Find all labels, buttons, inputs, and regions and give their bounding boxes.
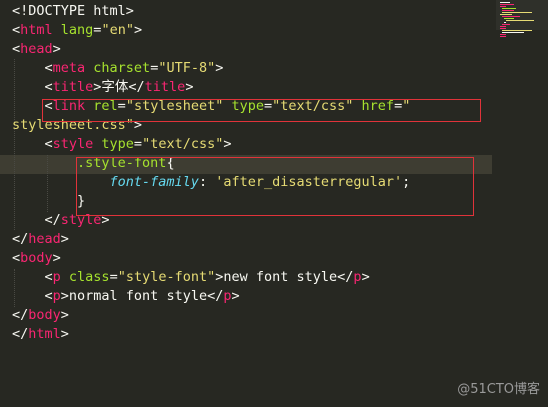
code-line[interactable]: </head> [12, 230, 492, 249]
code-token: < [12, 22, 21, 38]
code-token: html [28, 326, 61, 342]
code-token: < [12, 79, 53, 95]
code-token: title [144, 79, 186, 95]
code-token: </ [12, 212, 61, 228]
code-token: "text/css" [142, 136, 224, 152]
code-token: > [223, 136, 232, 152]
code-line[interactable]: <html lang="en"> [12, 21, 492, 40]
minimap-line [502, 10, 514, 11]
code-line[interactable]: </body> [12, 306, 492, 325]
code-token: </ [12, 231, 29, 247]
code-token: = [109, 269, 118, 285]
code-token: </ [12, 326, 29, 342]
code-token: lang [52, 22, 94, 38]
code-line[interactable]: <title>字体</title> [12, 78, 492, 97]
minimap-line [504, 22, 506, 23]
code-line[interactable]: <p class="style-font">new font style</p> [12, 268, 492, 287]
code-token: head [28, 231, 61, 247]
code-token: "UTF-8" [158, 60, 216, 76]
minimap-line [502, 32, 524, 33]
code-token: > [361, 269, 370, 285]
code-token: charset [85, 60, 151, 76]
code-line[interactable]: <body> [12, 249, 492, 268]
code-token: html [20, 22, 53, 38]
code-token: < [12, 136, 53, 152]
annotation-box-style-rule [76, 157, 474, 216]
code-token: >new font style</ [215, 269, 354, 285]
code-token: > [60, 307, 69, 323]
code-token: <!DOCTYPE html> [12, 3, 134, 19]
minimap-line [502, 12, 532, 13]
minimap-line [500, 36, 506, 37]
code-token: > [185, 79, 194, 95]
code-token: >normal font style</ [60, 288, 224, 304]
watermark: @51CTO博客 [457, 382, 540, 397]
code-token: = [133, 136, 143, 152]
code-token: > [231, 288, 240, 304]
minimap-line [500, 34, 506, 35]
code-token: > [52, 41, 61, 57]
code-token: title [52, 79, 94, 95]
minimap-line [502, 16, 520, 17]
code-token: style [52, 136, 94, 152]
minimap-line [506, 20, 534, 21]
minimap-line [500, 6, 506, 7]
minimap-line [504, 18, 514, 19]
code-token: > [215, 60, 224, 76]
code-token: body [28, 307, 61, 323]
minimap-line [502, 8, 516, 9]
code-token: meta [52, 60, 86, 76]
code-token: < [12, 41, 21, 57]
code-token: } [12, 193, 86, 209]
code-token: < [12, 250, 21, 266]
code-token: "en" [101, 22, 134, 38]
minimap-line [502, 30, 532, 31]
code-token: > [133, 22, 143, 38]
annotation-box-link [42, 99, 481, 122]
code-token: < [12, 60, 53, 76]
minimap-line [500, 4, 514, 5]
code-token: > [60, 231, 69, 247]
code-token: "style-font" [117, 269, 216, 285]
code-token: class [60, 269, 110, 285]
code-line[interactable]: <head> [12, 40, 492, 59]
code-token: head [20, 41, 53, 57]
minimap-line [500, 26, 506, 27]
code-line[interactable]: <meta charset="UTF-8"> [12, 59, 492, 78]
minimap-line [502, 24, 510, 25]
minimap[interactable] [496, 0, 548, 407]
code-line[interactable]: <!DOCTYPE html> [12, 2, 492, 21]
code-token: < [12, 288, 53, 304]
code-token: type [93, 136, 134, 152]
code-token: p [52, 288, 61, 304]
code-token: < [12, 269, 53, 285]
code-token: > [52, 250, 61, 266]
code-token: p [353, 269, 362, 285]
code-token: p [52, 269, 61, 285]
code-line[interactable]: <p>normal font style</p> [12, 287, 492, 306]
code-token: </ [12, 307, 29, 323]
code-token: >字体</ [93, 79, 145, 95]
code-token: body [20, 250, 53, 266]
code-line[interactable]: <style type="text/css"> [12, 135, 492, 154]
code-token: > [60, 326, 69, 342]
minimap-line [500, 28, 506, 29]
minimap-line [500, 14, 512, 15]
code-editor[interactable]: <!DOCTYPE html> <html lang="en"> <head> <m… [0, 0, 548, 407]
code-line[interactable]: </html> [12, 325, 492, 344]
minimap-line [500, 2, 510, 3]
